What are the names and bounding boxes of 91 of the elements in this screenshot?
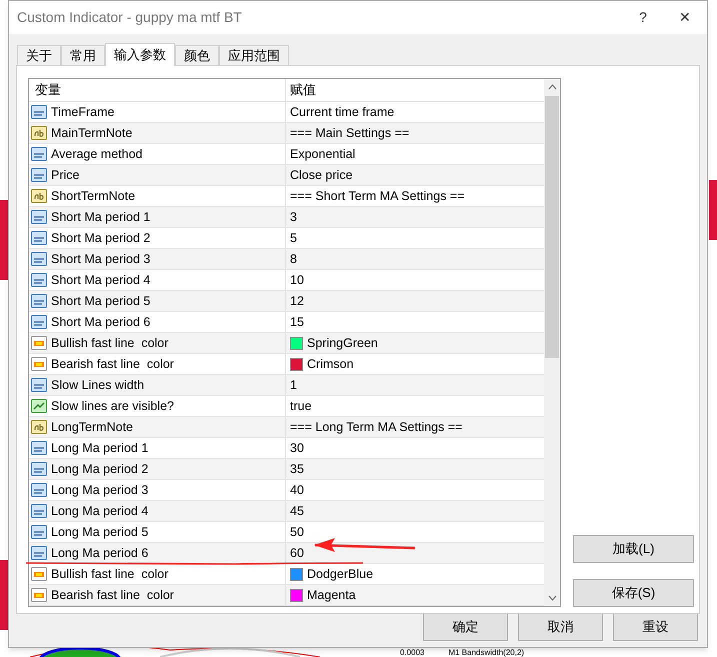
- dialog-button[interactable]: 确定: [423, 613, 508, 641]
- variable-name: Bullish fast line color: [51, 334, 168, 352]
- number-icon: [31, 251, 47, 267]
- scroll-thumb[interactable]: [545, 96, 559, 358]
- number-icon: [31, 440, 47, 456]
- variable-name: Slow lines are visible?: [51, 398, 174, 415]
- number-icon: [31, 377, 47, 393]
- text-icon: [31, 188, 47, 204]
- variable-name: Short Ma period 6: [51, 314, 150, 331]
- value-cell[interactable]: Crimson: [307, 354, 354, 374]
- tab[interactable]: 关于: [17, 45, 61, 65]
- column-header[interactable]: 赋值: [286, 79, 544, 101]
- variable-name: Bearish fast line color: [51, 586, 174, 604]
- scroll-down-icon[interactable]: [548, 595, 556, 601]
- variable-name: Average method: [51, 146, 142, 163]
- dialog-button[interactable]: 取消: [518, 613, 603, 641]
- variable-name: TimeFrame: [51, 104, 114, 121]
- variable-name: MainTermNote: [51, 124, 132, 142]
- value-cell[interactable]: 45: [290, 502, 304, 520]
- tab[interactable]: 颜色: [175, 45, 219, 65]
- variable-name: Short Ma period 5: [51, 292, 150, 310]
- value-cell[interactable]: 10: [290, 270, 304, 290]
- text-icon: [31, 125, 47, 141]
- variable-name: LongTermNote: [51, 418, 133, 436]
- value-cell[interactable]: === Short Term MA Settings ==: [290, 186, 465, 206]
- variable-name: Long Ma period 5: [51, 524, 148, 541]
- value-cell[interactable]: true: [290, 396, 312, 416]
- number-icon: [31, 272, 47, 288]
- chart-label: 0.0003: [400, 648, 424, 657]
- dialog-button[interactable]: 重设: [613, 613, 698, 641]
- chart-label: M1 Bandswidth(20,2): [448, 648, 524, 657]
- value-cell[interactable]: DodgerBlue: [307, 564, 374, 584]
- text-icon: [31, 419, 47, 435]
- value-cell[interactable]: Close price: [290, 166, 353, 184]
- number-icon: [31, 209, 47, 225]
- number-icon: [31, 167, 47, 183]
- scrollbar[interactable]: [544, 79, 560, 606]
- variable-name: Long Ma period 4: [51, 502, 148, 520]
- check-icon: [31, 398, 47, 414]
- number-icon: [31, 524, 47, 540]
- value-cell[interactable]: 12: [290, 292, 304, 310]
- value-cell[interactable]: 5: [290, 228, 297, 248]
- help-button[interactable]: ?: [623, 2, 663, 32]
- value-cell[interactable]: 50: [290, 522, 304, 542]
- value-cell[interactable]: Magenta: [307, 586, 356, 604]
- indicator-bar: [709, 180, 717, 240]
- tab[interactable]: 常用: [61, 45, 105, 65]
- variable-name: Bearish fast line color: [51, 356, 174, 373]
- value-cell[interactable]: 8: [290, 250, 297, 268]
- side-button[interactable]: 加载(L): [573, 535, 694, 563]
- number-icon: [31, 314, 47, 330]
- variable-name: Short Ma period 2: [51, 230, 150, 247]
- value-cell[interactable]: 3: [290, 208, 297, 226]
- side-button[interactable]: 保存(S): [573, 579, 694, 607]
- window-title: Custom Indicator - guppy ma mtf BT: [17, 8, 242, 27]
- number-icon: [31, 482, 47, 498]
- value-cell[interactable]: SpringGreen: [307, 334, 378, 352]
- variable-name: Long Ma period 3: [51, 482, 148, 499]
- variable-name: Bullish fast line color: [51, 566, 168, 583]
- variable-name: Short Ma period 4: [51, 272, 150, 289]
- value-cell[interactable]: 30: [290, 438, 304, 458]
- tab[interactable]: 应用范围: [219, 45, 289, 65]
- variable-name: Short Ma period 3: [51, 250, 150, 268]
- value-cell[interactable]: 60: [290, 544, 304, 562]
- value-cell[interactable]: === Long Term MA Settings ==: [290, 418, 462, 436]
- value-cell[interactable]: Exponential: [290, 144, 356, 164]
- number-icon: [31, 146, 47, 162]
- variable-name: Short Ma period 1: [51, 208, 150, 226]
- value-cell[interactable]: 40: [290, 480, 304, 500]
- value-cell[interactable]: Current time frame: [290, 102, 394, 122]
- value-cell[interactable]: 35: [290, 460, 304, 478]
- tab[interactable]: 输入参数: [105, 43, 175, 66]
- value-cell[interactable]: 1: [290, 376, 297, 394]
- value-cell[interactable]: 15: [290, 312, 304, 332]
- variable-name: ShortTermNote: [51, 188, 136, 205]
- column-header[interactable]: 变量: [29, 79, 286, 101]
- value-cell[interactable]: === Main Settings ==: [290, 124, 410, 142]
- number-icon: [31, 230, 47, 246]
- variable-name: Long Ma period 2: [51, 460, 148, 478]
- number-icon: [31, 503, 47, 519]
- variable-name: Slow Lines width: [51, 376, 144, 394]
- indicator-bar: [0, 560, 8, 630]
- variable-name: Price: [51, 166, 80, 184]
- scroll-up-icon[interactable]: [548, 84, 556, 90]
- variable-name: Long Ma period 1: [51, 440, 148, 457]
- close-button[interactable]: ✕: [663, 2, 707, 32]
- number-icon: [31, 545, 47, 561]
- variable-name: Long Ma period 6: [51, 544, 148, 562]
- number-icon: [31, 104, 47, 120]
- number-icon: [31, 293, 47, 309]
- number-icon: [31, 461, 47, 477]
